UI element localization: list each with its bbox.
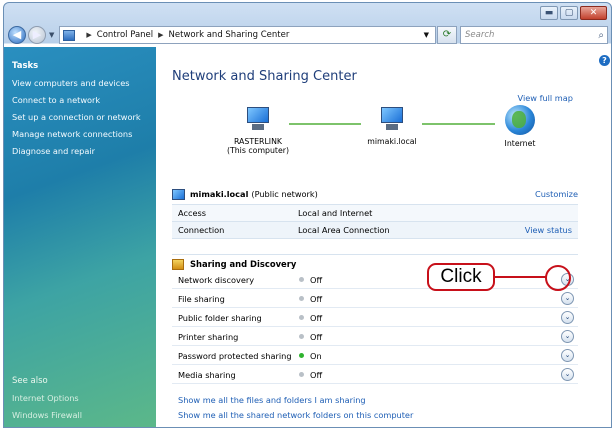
- breadcrumb-control-panel[interactable]: Control Panel: [97, 30, 153, 40]
- status-off-icon: [299, 334, 304, 339]
- sidebar-item-view-computers[interactable]: View computers and devices: [12, 78, 130, 88]
- globe-icon: [505, 105, 535, 135]
- breadcrumb-separator-icon[interactable]: ▶: [158, 31, 163, 39]
- sidebar-item-setup[interactable]: Set up a connection or network: [12, 112, 141, 122]
- help-icon[interactable]: ?: [599, 55, 610, 66]
- sharing-row-state: Off: [310, 293, 323, 304]
- sharing-row-state: Off: [310, 274, 323, 285]
- info-key: Access: [178, 208, 207, 218]
- sharing-row-state: Off: [310, 312, 323, 323]
- status-off-icon: [299, 296, 304, 301]
- click-callout: Click: [427, 263, 495, 291]
- search-placeholder: Search: [465, 30, 495, 40]
- sidebar-item-internet-options[interactable]: Internet Options: [12, 393, 79, 403]
- info-value: Local Area Connection: [298, 225, 390, 235]
- view-status-link[interactable]: View status: [525, 225, 572, 235]
- address-bar[interactable]: ▶ Control Panel ▶ Network and Sharing Ce…: [59, 26, 436, 44]
- sidebar-item-windows-firewall[interactable]: Windows Firewall: [12, 410, 82, 420]
- map-node-internet[interactable]: Internet: [492, 105, 548, 148]
- expand-chevron-icon[interactable]: ⌄: [561, 368, 574, 381]
- sharing-row-state: Off: [310, 331, 323, 342]
- network-name: mimaki.local: [190, 189, 249, 199]
- sharing-row-label: File sharing: [178, 293, 225, 304]
- status-on-icon: [299, 353, 304, 358]
- sidebar-tasks-heading: Tasks: [12, 61, 39, 71]
- caption-buttons: ▬ ▢ ✕: [540, 6, 607, 20]
- view-full-map-link[interactable]: View full map: [518, 93, 573, 103]
- sharing-row-label: Media sharing: [178, 369, 236, 380]
- sidebar: Tasks View computers and devices Connect…: [4, 47, 156, 427]
- control-panel-icon: [63, 29, 76, 41]
- map-node-label: mimaki.local: [367, 137, 417, 146]
- info-value: Local and Internet: [298, 208, 373, 218]
- minimize-button[interactable]: ▬: [540, 6, 558, 20]
- computer-icon: [243, 107, 273, 133]
- sharing-row-label: Printer sharing: [178, 331, 239, 342]
- expand-chevron-icon[interactable]: ⌄: [561, 292, 574, 305]
- window: ▬ ▢ ✕ ◀ ▶ ▼ ▶ Control Panel ▶ Network an…: [3, 2, 612, 428]
- map-node-label: RASTERLINK: [233, 137, 283, 146]
- table-row: Access Local and Internet: [172, 205, 578, 222]
- map-node-label: Internet: [504, 139, 536, 148]
- map-node-network[interactable]: mimaki.local: [356, 107, 428, 146]
- network-header: mimaki.local (Public network) Customize: [172, 187, 578, 201]
- sharing-row-state: Off: [310, 369, 323, 380]
- sharing-row-file-sharing: File sharing Off ⌄: [172, 290, 578, 308]
- network-info-table: Access Local and Internet Connection Loc…: [172, 204, 578, 239]
- sidebar-item-manage[interactable]: Manage network connections: [12, 129, 132, 139]
- breadcrumb-separator-icon[interactable]: ▶: [86, 31, 91, 39]
- sharing-row-media: Media sharing Off ⌄: [172, 366, 578, 384]
- address-row: ◀ ▶ ▼ ▶ Control Panel ▶ Network and Shar…: [8, 24, 608, 46]
- callout-highlight-ring: [545, 265, 571, 291]
- close-button[interactable]: ✕: [580, 6, 607, 20]
- page-title: Network and Sharing Center: [172, 69, 357, 84]
- show-shared-files-link[interactable]: Show me all the files and folders I am s…: [178, 395, 366, 405]
- sharing-heading: Sharing and Discovery: [172, 254, 578, 270]
- status-off-icon: [299, 372, 304, 377]
- network-icon: [377, 107, 407, 133]
- sharing-row-label: Password protected sharing: [178, 350, 292, 361]
- search-input[interactable]: Search ⌕: [460, 26, 608, 44]
- show-shared-folders-link[interactable]: Show me all the shared network folders o…: [178, 410, 413, 420]
- sidebar-item-connect[interactable]: Connect to a network: [12, 95, 100, 105]
- expand-chevron-icon[interactable]: ⌄: [561, 349, 574, 362]
- status-off-icon: [299, 315, 304, 320]
- sharing-row-public-folder: Public folder sharing Off ⌄: [172, 309, 578, 327]
- sidebar-see-also-heading: See also: [12, 376, 48, 386]
- map-node-rasterlink[interactable]: RASTERLINK (This computer): [226, 107, 290, 155]
- network-icon: [172, 188, 185, 200]
- sharing-heading-label: Sharing and Discovery: [190, 259, 297, 269]
- expand-chevron-icon[interactable]: ⌄: [561, 311, 574, 324]
- forward-button[interactable]: ▶: [28, 26, 46, 44]
- callout-pointer-line: [495, 276, 547, 278]
- table-row: Connection Local Area Connection View st…: [172, 222, 578, 239]
- main-panel: ? Network and Sharing Center View full m…: [156, 47, 611, 427]
- refresh-button[interactable]: ⟳: [437, 26, 457, 44]
- map-connection-line: [289, 123, 361, 125]
- maximize-button[interactable]: ▢: [560, 6, 578, 20]
- sharing-icon: [172, 258, 184, 270]
- status-off-icon: [299, 277, 304, 282]
- address-dropdown-icon[interactable]: ▼: [424, 31, 429, 39]
- sharing-row-label: Public folder sharing: [178, 312, 262, 323]
- info-key: Connection: [178, 225, 225, 235]
- sharing-row-password: Password protected sharing On ⌄: [172, 347, 578, 365]
- breadcrumb-network-sharing[interactable]: Network and Sharing Center: [169, 30, 290, 40]
- search-icon[interactable]: ⌕: [598, 30, 604, 41]
- customize-link[interactable]: Customize: [535, 189, 578, 199]
- sharing-row-network-discovery: Network discovery Off ⌄: [172, 271, 578, 289]
- sharing-row-printer: Printer sharing Off ⌄: [172, 328, 578, 346]
- map-node-sublabel: (This computer): [226, 146, 290, 155]
- recent-pages-dropdown-icon[interactable]: ▼: [49, 31, 54, 39]
- sidebar-item-diagnose[interactable]: Diagnose and repair: [12, 146, 95, 156]
- sharing-row-label: Network discovery: [178, 274, 255, 285]
- network-type: (Public network): [251, 189, 318, 199]
- sharing-row-state: On: [310, 350, 322, 361]
- back-button[interactable]: ◀: [8, 26, 26, 44]
- map-connection-line: [422, 123, 495, 125]
- expand-chevron-icon[interactable]: ⌄: [561, 330, 574, 343]
